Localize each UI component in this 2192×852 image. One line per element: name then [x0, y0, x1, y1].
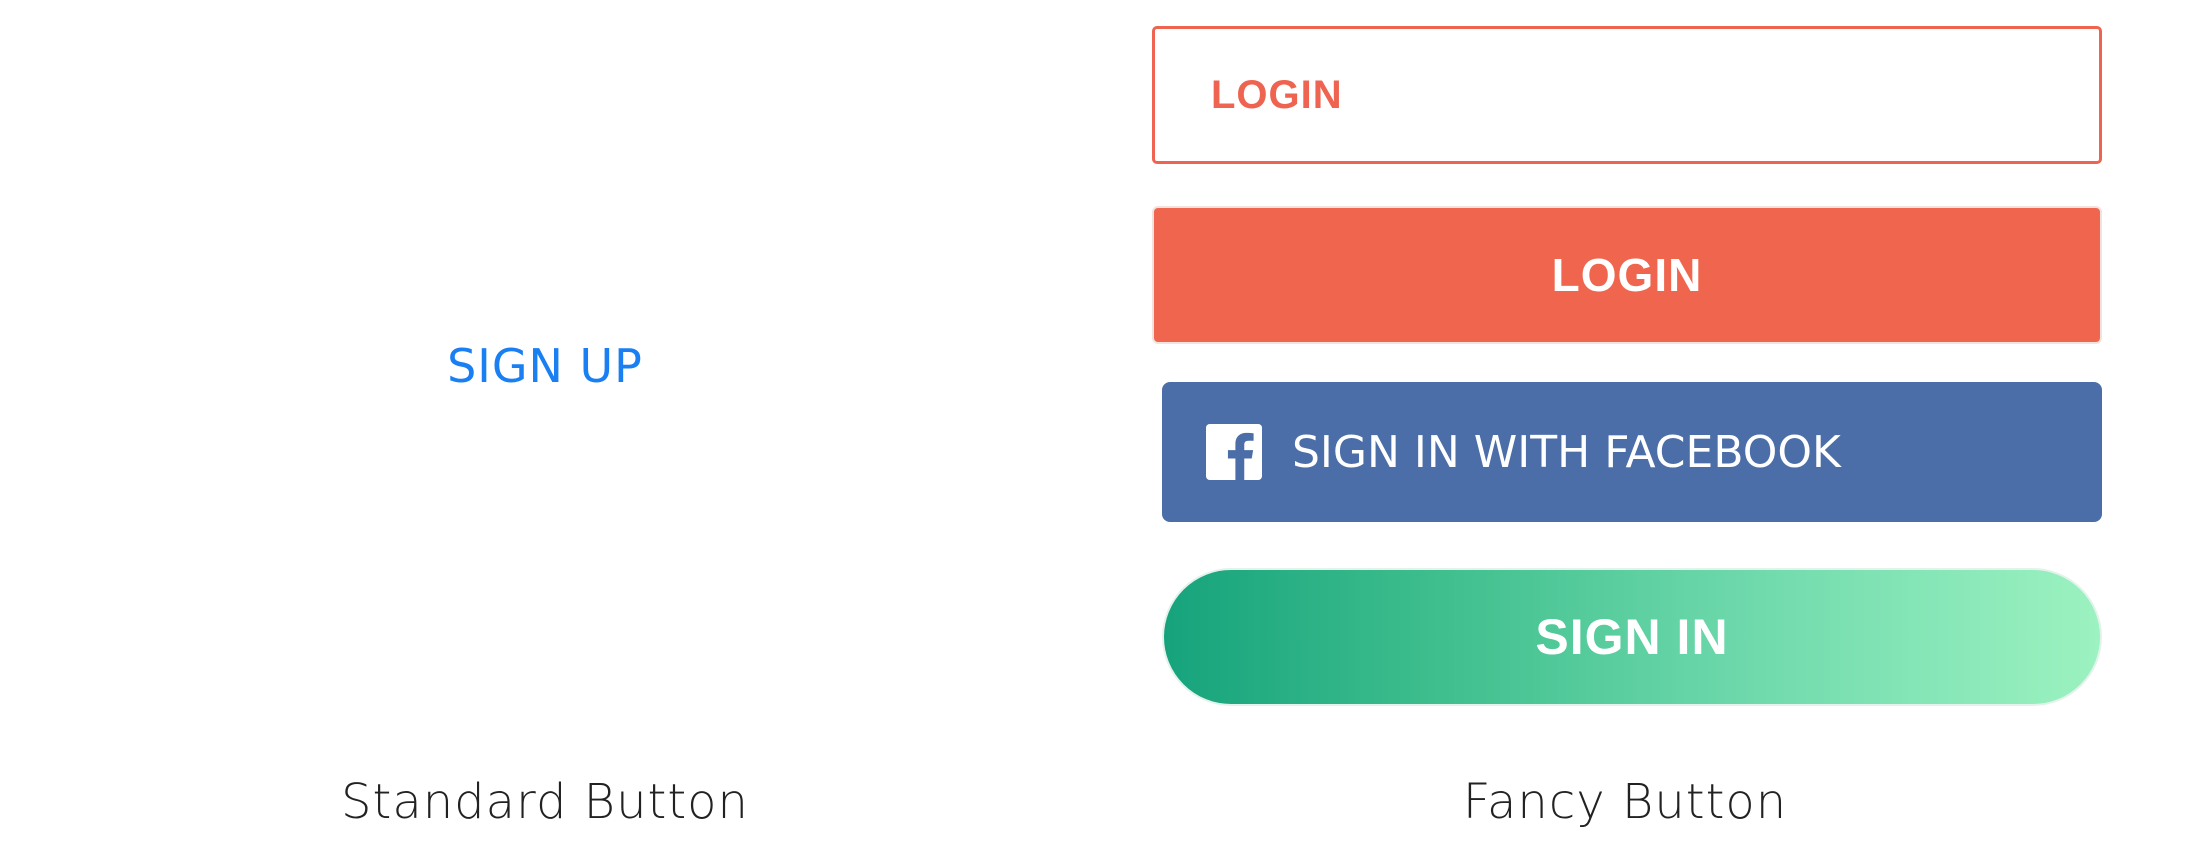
login-outline-button[interactable]: LOGIN: [1152, 26, 2102, 164]
facebook-sign-in-label: SIGN IN WITH FACEBOOK: [1292, 426, 1841, 478]
sign-up-button[interactable]: SIGN UP: [0, 330, 1090, 402]
facebook-sign-in-button[interactable]: SIGN IN WITH FACEBOOK: [1162, 382, 2102, 522]
sign-in-gradient-button[interactable]: SIGN IN: [1162, 568, 2102, 706]
facebook-logo-icon: [1206, 424, 1262, 480]
standard-button-caption: Standard Button: [341, 774, 749, 830]
sign-in-gradient-label: SIGN IN: [1535, 609, 1729, 665]
fancy-button-caption: Fancy Button: [1462, 774, 1788, 830]
login-solid-button[interactable]: LOGIN: [1152, 206, 2102, 344]
login-solid-label: LOGIN: [1551, 249, 1703, 301]
login-outline-label: LOGIN: [1211, 72, 1343, 117]
